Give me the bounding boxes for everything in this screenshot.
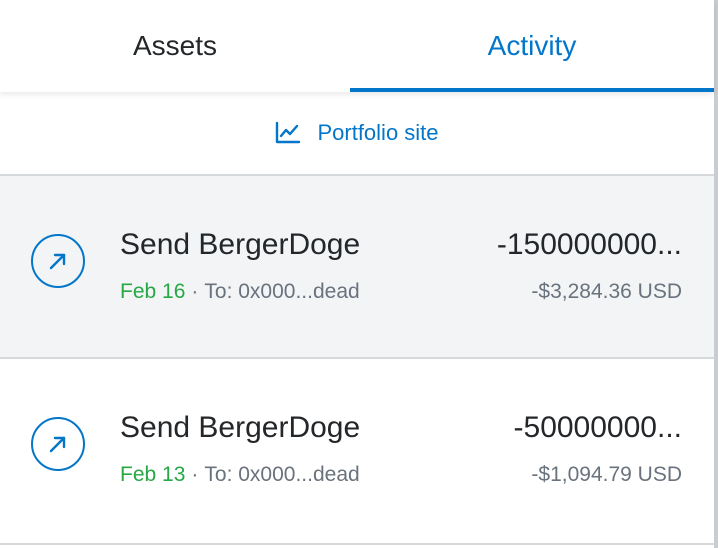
tab-activity[interactable]: Activity [350, 0, 714, 92]
transaction-amount: -50000000... [513, 411, 682, 444]
transaction-title: Send BergerDoge [120, 411, 361, 444]
send-arrow-icon [31, 234, 85, 288]
tab-bar: Assets Activity [0, 0, 714, 92]
wallet-panel: Assets Activity Portfolio site Send Berg… [0, 0, 718, 548]
transaction-fiat-value: -$1,094.79 USD [531, 463, 682, 486]
scrollbar-edge [714, 0, 718, 548]
transaction-recipient: To: 0x000...dead [204, 463, 360, 486]
list-item[interactable]: Send BergerDoge Feb 16 · To: 0x000...dead … [0, 174, 714, 357]
transaction-recipient: To: 0x000...dead [204, 280, 360, 303]
tab-assets-label: Assets [132, 30, 218, 61]
transaction-subtitle: Feb 13 · To: 0x000...dead [120, 463, 360, 487]
transaction-date: Feb 16 [120, 280, 186, 303]
separator-dot: · [191, 280, 199, 303]
transaction-list: Send BergerDoge Feb 16 · To: 0x000...dead … [0, 174, 714, 540]
tab-assets[interactable]: Assets [0, 0, 350, 92]
transaction-amount: -150000000... [496, 228, 682, 261]
separator-dot: · [191, 463, 199, 486]
transaction-fiat-value: -$3,284.36 USD [531, 280, 682, 303]
tab-activity-label: Activity [487, 30, 577, 61]
chart-line-icon [275, 121, 301, 145]
transaction-subtitle: Feb 16 · To: 0x000...dead [120, 280, 360, 304]
list-item[interactable]: Send BergerDoge Feb 13 · To: 0x000...dead … [0, 357, 714, 540]
portfolio-site-label: Portfolio site [317, 120, 439, 145]
transaction-date: Feb 13 [120, 463, 186, 486]
portfolio-site-link[interactable]: Portfolio site [0, 92, 714, 174]
send-arrow-icon [31, 417, 85, 471]
transaction-title: Send BergerDoge [120, 228, 361, 261]
divider [0, 543, 714, 545]
